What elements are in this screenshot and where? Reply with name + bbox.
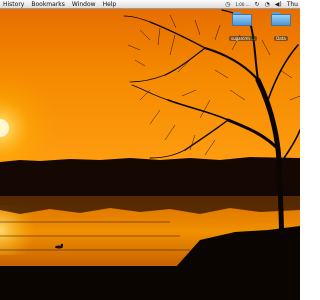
menu-window[interactable]: Window <box>69 0 100 9</box>
desktop-icon-label: Data <box>274 36 288 41</box>
folder-icon <box>271 12 291 26</box>
menu-help[interactable]: Help <box>100 0 121 9</box>
desktop-icon-label: sugarcrm ... <box>229 36 257 41</box>
menu-history[interactable]: History <box>0 0 28 9</box>
menu-bar: History Bookmarks Window Help ◷ 1:00 ...… <box>0 0 300 9</box>
desktop-icon-sugarcrm[interactable]: sugarcrm ... <box>229 12 257 45</box>
sync-icon[interactable]: ↻ <box>254 0 259 9</box>
volume-icon[interactable]: ◀) <box>275 0 282 9</box>
menubar-clock[interactable]: Thu <box>287 0 298 9</box>
desktop-icon-data[interactable]: Data <box>268 12 294 45</box>
clock-icon[interactable]: ◔ <box>265 0 270 9</box>
menu-bookmarks[interactable]: Bookmarks <box>28 0 69 9</box>
status-text: 1:00 ... <box>235 2 250 7</box>
folder-icon <box>232 12 252 26</box>
desktop: History Bookmarks Window Help ◷ 1:00 ...… <box>0 0 300 300</box>
sunset-wallpaper <box>0 0 300 300</box>
timer-icon[interactable]: ◷ <box>225 0 230 9</box>
